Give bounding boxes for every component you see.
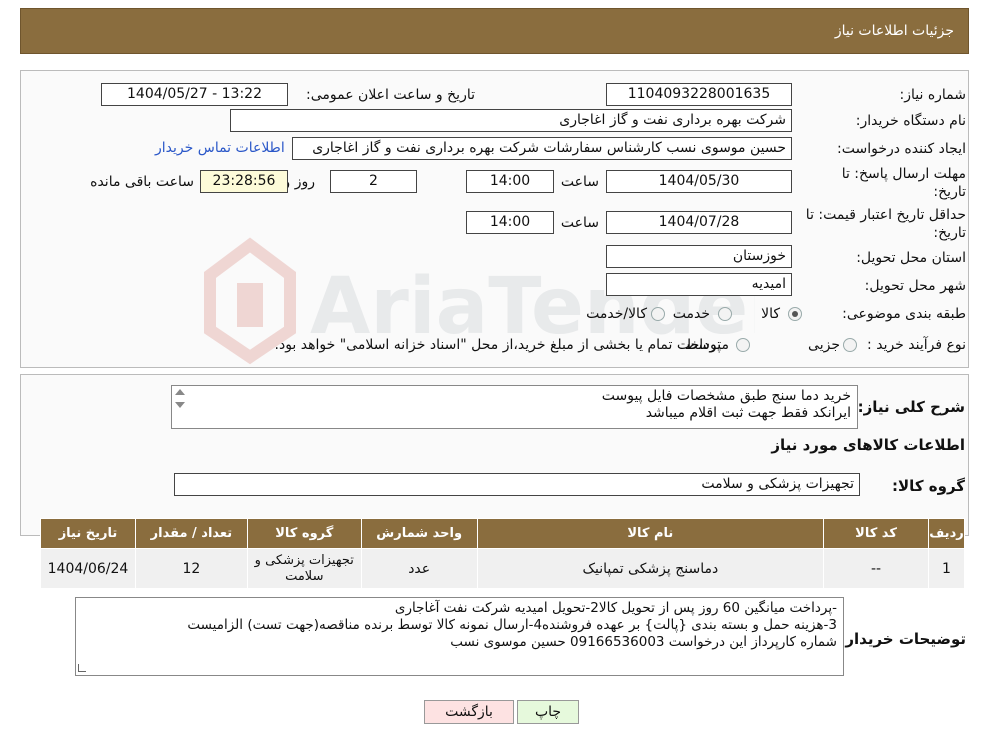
buyer-contact-link[interactable]: اطلاعات تماس خریدار	[155, 140, 285, 156]
category-label: طبقه بندی موضوعی:	[842, 306, 966, 322]
creator-label: ایجاد کننده درخواست:	[837, 141, 966, 157]
goods-group-field: تجهیزات پزشکی و سلامت	[174, 473, 860, 496]
purchase-radio-medium[interactable]	[736, 338, 750, 352]
description-line-2: ایرانکد فقط جهت ثبت اقلام میباشد	[645, 405, 851, 421]
purchase-option-minor: جزیی	[808, 337, 840, 353]
purchase-type-label: نوع فرآیند خرید :	[867, 337, 966, 353]
creator-field: حسین موسوی نسب کارشناس سفارشات شرکت بهره…	[292, 137, 792, 160]
validity-label: حداقل تاریخ اعتبار قیمت: تا	[805, 207, 966, 223]
deadline-date-field: 1404/05/30	[606, 170, 792, 193]
validity-time-field: 14:00	[466, 211, 554, 234]
time-remaining-label: ساعت باقی مانده	[90, 174, 194, 190]
days-label: روز و	[283, 174, 316, 190]
category-option-goods-service: کالا/خدمت	[586, 306, 647, 322]
col-goods-name: نام کالا	[476, 518, 825, 549]
purchase-radio-minor[interactable]	[843, 338, 857, 352]
print-button[interactable]: چاپ	[517, 700, 579, 724]
category-radio-goods-service[interactable]	[651, 307, 665, 321]
category-option-service: خدمت	[672, 306, 710, 322]
validity-label-2: تاریخ:	[933, 225, 966, 241]
goods-group-label: گروه کالا:	[892, 477, 965, 495]
buyer-notes-textarea[interactable]: -پرداخت میانگین 60 روز پس از تحویل کالا2…	[75, 597, 844, 676]
buyer-org-field: شرکت بهره برداری نفت و گاز اغاجاری	[230, 109, 792, 132]
need-number-label: شماره نیاز:	[899, 87, 967, 103]
buyer-notes-line-1: -پرداخت میانگین 60 روز پس از تحویل کالا2…	[394, 600, 837, 616]
deadline-label-2: تاریخ:	[933, 184, 966, 200]
validity-date-field: 1404/07/28	[606, 211, 792, 234]
need-number-field: 1104093228001635	[606, 83, 792, 106]
back-button[interactable]: بازگشت	[424, 700, 514, 724]
cell-row-number: 1	[927, 548, 966, 589]
deadline-label: مهلت ارسال پاسخ: تا	[841, 166, 966, 182]
buyer-notes-line-3: شماره کارپرداز این درخواست 09166536003 ح…	[450, 634, 837, 650]
cell-unit: عدد	[360, 548, 478, 589]
resize-handle-icon[interactable]	[78, 664, 86, 672]
cell-quantity: 12	[134, 548, 248, 589]
days-remaining-field: 2	[330, 170, 417, 193]
buyer-org-label: نام دستگاه خریدار:	[855, 113, 966, 129]
province-field: خوزستان	[606, 245, 792, 268]
col-need-date: تاریخ نیاز	[40, 518, 136, 549]
category-radio-service[interactable]	[718, 307, 732, 321]
description-label: شرح کلی نیاز:	[857, 398, 965, 416]
description-line-1: خرید دما سنج طبق مشخصات فایل پیوست	[601, 388, 851, 404]
announce-date-field: 1404/05/27 - 13:22	[101, 83, 288, 106]
cell-need-date: 1404/06/24	[40, 548, 136, 589]
category-option-goods: کالا	[761, 306, 780, 322]
deadline-time-label: ساعت	[560, 174, 599, 190]
page-header: جزئیات اطلاعات نیاز	[20, 8, 969, 54]
col-quantity: تعداد / مقدار	[134, 518, 248, 549]
scroll-up-icon[interactable]	[175, 389, 185, 395]
city-field: امیدیه	[606, 273, 792, 296]
goods-table-header: تاریخ نیاز تعداد / مقدار گروه کالا واحد …	[40, 518, 966, 549]
buyer-notes-label: توضیحات خریدار:	[839, 630, 966, 648]
time-remaining-field: 23:28:56	[200, 170, 288, 193]
deadline-time-field: 14:00	[466, 170, 554, 193]
validity-time-label: ساعت	[560, 215, 599, 231]
col-goods-code: کد کالا	[823, 518, 929, 549]
col-unit: واحد شمارش	[360, 518, 478, 549]
goods-section-title: اطلاعات کالاهای مورد نیاز	[771, 436, 965, 454]
col-goods-group: گروه کالا	[246, 518, 362, 549]
table-row: 1404/06/24 12 تجهیزات پزشکی و سلامت عدد …	[40, 548, 966, 589]
description-textarea[interactable]: خرید دما سنج طبق مشخصات فایل پیوست ایران…	[171, 385, 858, 429]
purchase-note: پرداخت تمام یا بخشی از مبلغ خرید،از محل …	[274, 337, 721, 353]
province-label: استان محل تحویل:	[856, 250, 966, 266]
goods-table: تاریخ نیاز تعداد / مقدار گروه کالا واحد …	[40, 518, 966, 589]
announce-date-label: تاریخ و ساعت اعلان عمومی:	[306, 87, 475, 103]
scroll-down-icon[interactable]	[175, 402, 185, 408]
buyer-notes-line-2: 3-هزینه حمل و بسته بندی {پالت} بر عهده ف…	[187, 617, 837, 633]
city-label: شهر محل تحویل:	[864, 278, 966, 294]
cell-goods-code: --	[823, 548, 929, 589]
cell-goods-name: دماسنج پزشکی تمپانیک	[476, 548, 825, 589]
page-title: جزئیات اطلاعات نیاز	[834, 23, 954, 39]
category-radio-goods[interactable]	[788, 307, 802, 321]
col-row-number: ردیف	[927, 518, 966, 549]
cell-goods-group: تجهیزات پزشکی و سلامت	[246, 548, 362, 589]
